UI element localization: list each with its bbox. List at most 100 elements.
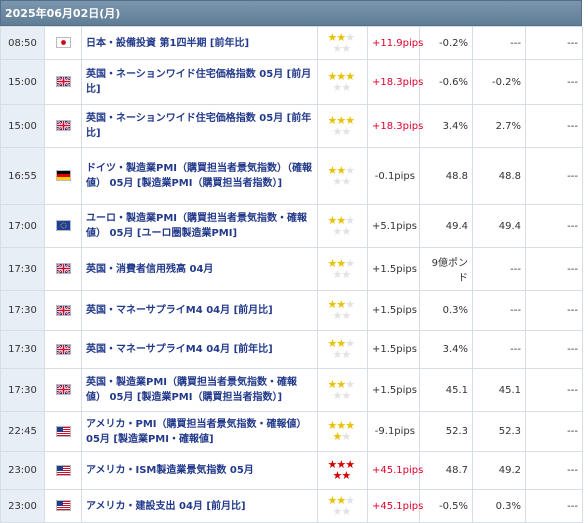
actual-value: 9億ポンド (419, 247, 473, 291)
event-time: 23:00 (0, 489, 45, 523)
pips-change: +1.5pips (367, 247, 420, 291)
uk-flag-icon (55, 120, 71, 132)
country-flag (44, 411, 82, 452)
previous-value: --- (525, 204, 583, 248)
previous-value: --- (525, 489, 583, 523)
event-time: 22:45 (0, 411, 45, 452)
forecast-value: 45.1 (472, 368, 526, 412)
event-name[interactable]: 英国・ネーションワイド住宅価格指数 05月 [前月比] (81, 59, 318, 105)
table-row: 15:00 英国・ネーションワイド住宅価格指数 05月 [前月比] ★★★ ★★ +18… (0, 59, 583, 105)
date-label: 2025年06月02日(月) (5, 7, 121, 20)
uk-flag-icon (55, 343, 71, 355)
importance: ★★★ ★★ (317, 147, 368, 205)
actual-value: 49.4 (419, 204, 473, 248)
events-table: 08:50 日本・設備投資 第1四半期 [前年比] ★★★ ★★ +11.9pips -0… (0, 26, 583, 523)
japan-flag-icon (55, 37, 71, 49)
actual-value: 45.1 (419, 368, 473, 412)
country-flag (44, 59, 82, 105)
importance-stars: ★★★ ★★ (327, 419, 356, 443)
importance-stars: ★★★ ★★ (327, 256, 356, 281)
importance: ★★★ ★★ (317, 489, 368, 523)
event-name[interactable]: 英国・マネーサプライM4 04月 [前年比] (81, 330, 318, 369)
event-name[interactable]: 日本・設備投資 第1四半期 [前年比] (81, 26, 318, 60)
previous-value: --- (525, 247, 583, 291)
table-row: 17:30 英国・マネーサプライM4 04月 [前月比] ★★★ ★★ +1.5pips… (0, 290, 583, 331)
country-flag (44, 451, 82, 490)
event-time: 16:55 (0, 147, 45, 205)
uk-flag-icon (55, 304, 71, 316)
forecast-value: 52.3 (472, 411, 526, 452)
actual-value: 48.7 (419, 451, 473, 490)
event-time: 08:50 (0, 26, 45, 60)
previous-value: --- (525, 411, 583, 452)
event-name[interactable]: 英国・製造業PMI（購買担当者景気指数・確報値） 05月 [製造業PMI（購買担… (81, 368, 318, 412)
actual-value: 3.4% (419, 330, 473, 369)
event-time: 15:00 (0, 59, 45, 105)
country-flag (44, 26, 82, 60)
event-time: 17:30 (0, 368, 45, 412)
forecast-value: 49.2 (472, 451, 526, 490)
table-row: 08:50 日本・設備投資 第1四半期 [前年比] ★★★ ★★ +11.9pips -0… (0, 26, 583, 60)
country-flag (44, 330, 82, 369)
table-row: 23:00 アメリカ・ISM製造業景気指数 05月 ★★★ ★★ +45.1pips 48… (0, 451, 583, 490)
pips-change: -9.1pips (367, 411, 420, 452)
event-name[interactable]: ユーロ・製造業PMI（購買担当者景気指数・確報値） 05月 [ユーロ圏製造業PM… (81, 204, 318, 248)
importance-stars: ★★★ ★★ (327, 213, 356, 238)
uk-flag-icon (55, 76, 71, 88)
forecast-value: 48.8 (472, 147, 526, 205)
event-name[interactable]: ドイツ・製造業PMI（購買担当者景気指数）（確報値） 05月 [製造業PMI（購… (81, 147, 318, 205)
importance-stars: ★★★ ★★ (327, 493, 356, 518)
country-flag (44, 104, 82, 148)
previous-value: --- (525, 368, 583, 412)
event-name[interactable]: 英国・マネーサプライM4 04月 [前月比] (81, 290, 318, 331)
importance-stars: ★★★ ★★ (327, 113, 356, 138)
date-header: 2025年06月02日(月) (0, 0, 582, 26)
forecast-value: -0.2% (472, 59, 526, 105)
table-row: 17:30 英国・マネーサプライM4 04月 [前年比] ★★★ ★★ +1.5pips… (0, 330, 583, 369)
actual-value: 0.3% (419, 290, 473, 331)
eu-flag-icon (55, 220, 71, 232)
forecast-value: 2.7% (472, 104, 526, 148)
forecast-value: 49.4 (472, 204, 526, 248)
economic-calendar: 2025年06月02日(月) 08:50 日本・設備投資 第1四半期 [前年比] ★… (0, 0, 583, 523)
importance-stars: ★★★ ★★ (327, 377, 356, 402)
importance: ★★★ ★★ (317, 411, 368, 452)
event-time: 17:30 (0, 290, 45, 331)
importance: ★★★ ★★ (317, 451, 368, 490)
event-time: 15:00 (0, 104, 45, 148)
importance-stars: ★★★ ★★ (327, 30, 356, 55)
forecast-value: --- (472, 26, 526, 60)
actual-value: -0.6% (419, 59, 473, 105)
actual-value: 3.4% (419, 104, 473, 148)
actual-value: -0.5% (419, 489, 473, 523)
event-time: 23:00 (0, 451, 45, 490)
importance: ★★★ ★★ (317, 290, 368, 331)
pips-change: -0.1pips (367, 147, 420, 205)
pips-change: +11.9pips (367, 26, 423, 60)
importance: ★★★ ★★ (317, 59, 368, 105)
previous-value: --- (525, 451, 583, 490)
importance: ★★★ ★★ (317, 204, 368, 248)
country-flag (44, 489, 82, 523)
actual-value: 52.3 (419, 411, 473, 452)
table-row: 15:00 英国・ネーションワイド住宅価格指数 05月 [前年比] ★★★ ★★ +18… (0, 104, 583, 148)
importance-stars: ★★★ ★★ (327, 163, 356, 188)
actual-value: -0.2% (419, 26, 473, 60)
pips-change: +45.1pips (367, 489, 423, 523)
event-name[interactable]: アメリカ・建設支出 04月 [前月比] (81, 489, 318, 523)
table-row: 17:30 英国・消費者信用残高 04月 ★★★ ★★ +1.5pips 9億ポンド ---… (0, 247, 583, 291)
germany-flag-icon (55, 170, 71, 182)
event-name[interactable]: アメリカ・PMI（購買担当者景気指数・確報値） 05月 [製造業PMI・確報値] (81, 411, 318, 452)
event-name[interactable]: 英国・消費者信用残高 04月 (81, 247, 318, 291)
event-name[interactable]: 英国・ネーションワイド住宅価格指数 05月 [前年比] (81, 104, 318, 148)
country-flag (44, 147, 82, 205)
us-flag-icon (55, 464, 71, 476)
event-name[interactable]: アメリカ・ISM製造業景気指数 05月 (81, 451, 318, 490)
table-row: 17:00 ユーロ・製造業PMI（購買担当者景気指数・確報値） 05月 [ユーロ圏… (0, 204, 583, 248)
importance: ★★★ ★★ (317, 368, 368, 412)
pips-change: +45.1pips (367, 451, 423, 490)
importance-stars: ★★★ ★★ (327, 69, 356, 94)
pips-change: +1.5pips (367, 368, 420, 412)
pips-change: +1.5pips (367, 290, 420, 331)
uk-flag-icon (55, 384, 71, 396)
